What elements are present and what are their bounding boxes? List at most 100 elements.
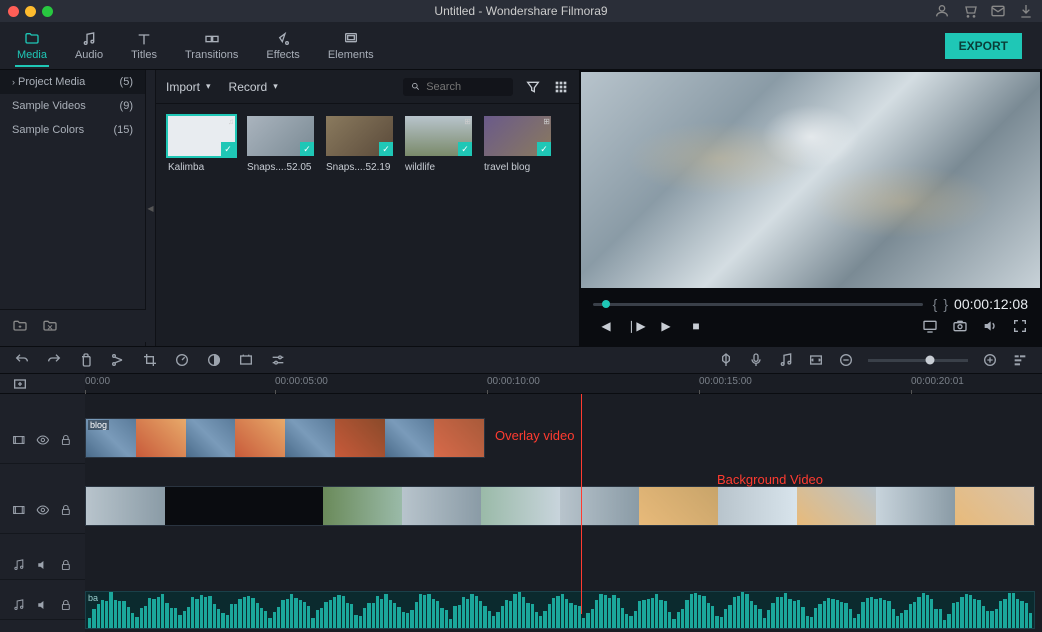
speed-icon[interactable]: [174, 352, 190, 368]
preview-viewport[interactable]: [581, 72, 1040, 288]
fullscreen-icon[interactable]: [1012, 318, 1028, 334]
play-button[interactable]: ▶: [659, 319, 673, 333]
background-clip[interactable]: 1.00 x ▾: [85, 486, 1035, 526]
tab-label: Media: [17, 49, 47, 61]
new-folder-icon[interactable]: [12, 318, 28, 334]
audio-clip-label: ba: [88, 593, 98, 603]
split-icon[interactable]: [110, 352, 126, 368]
tracks-area[interactable]: blog Overlay video 1.00 x ▾: [85, 394, 1042, 632]
marker-icon[interactable]: [718, 352, 734, 368]
eye-icon[interactable]: [36, 432, 50, 448]
media-item-label: travel blog: [484, 162, 551, 173]
checkmark-icon: ✓: [379, 142, 393, 156]
sidebar-collapse-handle[interactable]: ◀: [146, 70, 156, 346]
download-icon[interactable]: [1018, 3, 1034, 19]
media-item-label: Snaps....52.19: [326, 162, 393, 173]
lock-icon[interactable]: [59, 597, 73, 613]
media-item[interactable]: ⊞✓ wildlife: [405, 116, 472, 173]
folder-icon: [23, 31, 41, 47]
export-button[interactable]: EXPORT: [945, 33, 1022, 59]
filter-icon[interactable]: [525, 79, 541, 95]
crop-icon[interactable]: [142, 352, 158, 368]
green-screen-icon[interactable]: [238, 352, 254, 368]
record-button[interactable]: Record ▾: [229, 80, 278, 94]
tab-media[interactable]: Media: [15, 27, 49, 67]
adjust-icon[interactable]: [270, 352, 286, 368]
media-sidebar: ›Project Media (5) Sample Videos (9) Sam…: [0, 70, 146, 346]
track-header-audio-1[interactable]: [0, 550, 85, 580]
redo-icon[interactable]: [46, 352, 62, 368]
account-icon[interactable]: [934, 3, 950, 19]
close-window[interactable]: [8, 6, 19, 17]
track-header-video-2[interactable]: [0, 416, 85, 464]
tab-titles[interactable]: Titles: [129, 27, 159, 65]
zoom-in-icon[interactable]: [982, 352, 998, 368]
track-header-audio-2[interactable]: [0, 590, 85, 620]
snapshot-icon[interactable]: [952, 318, 968, 334]
checkmark-icon: ✓: [300, 142, 314, 156]
display-settings-icon[interactable]: [922, 318, 938, 334]
chevron-down-icon: ▾: [206, 81, 211, 92]
preview-scrubber[interactable]: [593, 303, 923, 306]
media-item[interactable]: ✓ Snaps....52.05: [247, 116, 314, 173]
mixer-icon[interactable]: [778, 352, 794, 368]
track-header-video-1[interactable]: [0, 486, 85, 534]
lock-icon[interactable]: [59, 432, 73, 448]
track-headers: [0, 394, 85, 632]
search-input-wrap[interactable]: [403, 78, 513, 96]
tab-audio[interactable]: Audio: [73, 27, 105, 65]
video-badge-icon: ⊞: [543, 117, 550, 126]
media-grid: ♫✓ Kalimba ✓ Snaps....52.05 ✓ Snaps....5…: [156, 104, 579, 346]
message-icon[interactable]: [990, 3, 1006, 19]
volume-icon[interactable]: [982, 318, 998, 334]
stop-button[interactable]: ■: [689, 319, 703, 333]
timeline: blog Overlay video 1.00 x ▾: [0, 394, 1042, 632]
lock-icon[interactable]: [59, 502, 73, 518]
add-track-icon[interactable]: [12, 376, 28, 392]
delete-folder-icon[interactable]: [42, 318, 58, 334]
tab-elements[interactable]: Elements: [326, 27, 376, 65]
media-item[interactable]: ⊞ ✓ travel blog: [484, 116, 551, 173]
checkmark-icon: ✓: [537, 142, 551, 156]
step-back-button[interactable]: ❘▶: [629, 319, 643, 333]
speaker-icon[interactable]: [36, 597, 50, 613]
sidebar-item-count: (5): [120, 76, 133, 88]
grid-view-icon[interactable]: [553, 79, 569, 95]
voiceover-icon[interactable]: [748, 352, 764, 368]
sidebar-item-sample-colors[interactable]: Sample Colors (15): [0, 118, 145, 142]
search-input[interactable]: [426, 81, 505, 93]
sidebar-item-sample-videos[interactable]: Sample Videos (9): [0, 94, 145, 118]
media-item-label: Kalimba: [168, 162, 235, 173]
delete-icon[interactable]: [78, 352, 94, 368]
fit-icon[interactable]: [808, 352, 824, 368]
bracket-right-icon[interactable]: }: [943, 296, 948, 312]
audio-clip[interactable]: ba: [85, 591, 1035, 629]
video-track-icon: [12, 502, 26, 518]
tab-label: Elements: [328, 49, 374, 61]
overlay-clip[interactable]: blog: [85, 418, 485, 458]
eye-icon[interactable]: [36, 502, 50, 518]
sidebar-item-project-media[interactable]: ›Project Media (5): [0, 70, 145, 94]
minimize-window[interactable]: [25, 6, 36, 17]
lock-icon[interactable]: [59, 557, 73, 573]
media-item[interactable]: ✓ Snaps....52.19: [326, 116, 393, 173]
bracket-left-icon[interactable]: {: [933, 296, 938, 312]
zoom-out-icon[interactable]: [838, 352, 854, 368]
maximize-window[interactable]: [42, 6, 53, 17]
timeline-ruler[interactable]: 00:00 00:00:05:00 00:00:10:00 00:00:15:0…: [0, 374, 1042, 394]
track-manager-icon[interactable]: [1012, 352, 1028, 368]
zoom-slider[interactable]: [868, 359, 968, 362]
tab-transitions[interactable]: Transitions: [183, 27, 240, 65]
ruler-tick: 00:00:15:00: [699, 376, 752, 387]
video-badge-icon: ⊞: [464, 117, 471, 126]
tab-effects[interactable]: Effects: [264, 27, 301, 65]
tab-label: Transitions: [185, 49, 238, 61]
media-item[interactable]: ♫✓ Kalimba: [168, 116, 235, 173]
prev-frame-button[interactable]: ◀: [599, 319, 613, 333]
color-icon[interactable]: [206, 352, 222, 368]
speaker-icon[interactable]: [36, 557, 50, 573]
undo-icon[interactable]: [14, 352, 30, 368]
playhead[interactable]: [581, 394, 582, 614]
cart-icon[interactable]: [962, 3, 978, 19]
import-button[interactable]: Import ▾: [166, 80, 211, 94]
